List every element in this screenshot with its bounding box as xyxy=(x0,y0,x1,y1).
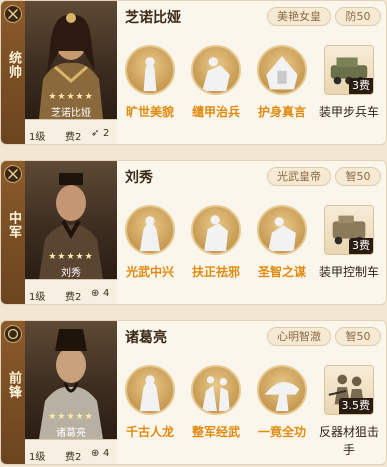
stat-badge: 智50 xyxy=(335,167,381,186)
skill-name: 光武中兴 xyxy=(125,265,174,279)
skill-name: 一竟全功 xyxy=(257,425,306,439)
equipment-fee: 3费 xyxy=(349,78,373,94)
general-portrait[interactable]: ★★★★★ 芝诺比娅 xyxy=(25,1,117,119)
skill-statue-icon xyxy=(125,205,175,255)
cost-text: 费2 xyxy=(65,132,82,143)
armored-vehicle-icon: 3费 xyxy=(324,45,374,95)
bow-icon: ➶ xyxy=(91,128,100,139)
skill-statue-icon xyxy=(191,45,241,95)
role-label: 前锋 xyxy=(6,371,21,399)
extra-count: 2 xyxy=(103,128,110,139)
title-badge: 美艳女皇 xyxy=(267,7,331,26)
title-badge: 光武皇帝 xyxy=(267,167,331,186)
sniper-soldiers-icon: 3.5费 xyxy=(324,365,374,415)
skill-statue-icon xyxy=(191,205,241,255)
skill-slot[interactable]: 整军经武 xyxy=(181,365,251,455)
troop-icon: ⊕ xyxy=(91,288,100,299)
skill-slot[interactable]: 千古人龙 xyxy=(115,365,185,455)
extra-count: 4 xyxy=(103,448,110,459)
cost-text: 费2 xyxy=(65,452,82,463)
control-vehicle-icon: 3费 xyxy=(324,205,374,255)
skill-slot[interactable]: 旷世美貌 xyxy=(115,45,185,135)
general-name: 刘秀 xyxy=(125,170,153,186)
star-rating: ★★★★★ xyxy=(48,92,94,102)
skill-slot[interactable]: 光武中兴 xyxy=(115,205,185,295)
portrait-name: 诸葛亮 xyxy=(56,428,86,439)
stat-badge: 防50 xyxy=(335,7,381,26)
star-rating: ★★★★★ xyxy=(48,252,94,262)
level-text: 1级 xyxy=(29,132,46,143)
level-text: 1级 xyxy=(29,452,46,463)
general-card: 中军 ★★★★★ 刘秀 1级 费2 ⊕ 4 刘秀 光武皇帝 智50 光武中兴 扶… xyxy=(0,160,387,305)
title-badge: 心明智澈 xyxy=(267,327,331,346)
stat-badge: 智50 xyxy=(335,327,381,346)
general-portrait[interactable]: ★★★★★ 诸葛亮 xyxy=(25,321,117,439)
skill-name: 扶正祛邪 xyxy=(191,265,240,279)
general-name: 诸葛亮 xyxy=(125,330,167,346)
equipment-slot[interactable]: 3费 装甲控制车 xyxy=(319,205,379,295)
general-info-bar: 1级 费2 ➶ 2 xyxy=(25,119,117,144)
role-strip: 统帅 xyxy=(1,1,25,144)
equipment-name: 反器材狙击手 xyxy=(319,425,380,457)
general-info-bar: 1级 费2 ⊕ 4 xyxy=(25,279,117,304)
skill-slot[interactable]: 圣智之谋 xyxy=(247,205,317,295)
equipment-fee: 3.5费 xyxy=(338,398,373,414)
crossed-swords-icon xyxy=(4,5,22,23)
skill-statue-icon xyxy=(257,205,307,255)
skill-name: 缱甲治兵 xyxy=(191,105,240,119)
skill-name: 千古人龙 xyxy=(125,425,174,439)
star-rating: ★★★★★ xyxy=(48,412,94,422)
portrait-name: 刘秀 xyxy=(61,268,81,279)
skill-slot[interactable]: 护身真言 xyxy=(247,45,317,135)
skill-name: 整军经武 xyxy=(191,425,240,439)
equipment-fee: 3费 xyxy=(349,238,373,254)
skill-name: 旷世美貌 xyxy=(125,105,174,119)
skill-name: 护身真言 xyxy=(257,105,306,119)
role-label: 中军 xyxy=(6,211,21,239)
troop-icon: ⊕ xyxy=(91,448,100,459)
portrait-name: 芝诺比娅 xyxy=(51,108,91,119)
role-label: 统帅 xyxy=(6,51,21,79)
skill-slot[interactable]: 扶正祛邪 xyxy=(181,205,251,295)
skill-name: 圣智之谋 xyxy=(257,265,306,279)
equipment-slot[interactable]: 3费 装甲步兵车 xyxy=(319,45,379,135)
general-card: 统帅 ★★★★★ 芝诺比娅 1级 费2 ➶ 2 芝诺比娅 美艳女皇 防50 旷世… xyxy=(0,0,387,145)
skill-statue-icon xyxy=(125,45,175,95)
equipment-name: 装甲步兵车 xyxy=(319,105,380,119)
skill-statue-icon xyxy=(191,365,241,415)
level-text: 1级 xyxy=(29,292,46,303)
extra-count: 4 xyxy=(103,288,110,299)
skill-slot[interactable]: 一竟全功 xyxy=(247,365,317,455)
role-strip: 前锋 xyxy=(1,321,25,464)
role-strip: 中军 xyxy=(1,161,25,304)
crossed-swords-icon xyxy=(4,165,22,183)
general-info-bar: 1级 费2 ⊕ 4 xyxy=(25,439,117,464)
cost-text: 费2 xyxy=(65,292,82,303)
equipment-name: 装甲控制车 xyxy=(319,265,380,279)
general-name: 芝诺比娅 xyxy=(125,10,181,26)
skill-statue-icon xyxy=(257,365,307,415)
role-emblem-icon xyxy=(4,325,22,343)
equipment-slot[interactable]: 3.5费 反器材狙击手 xyxy=(319,365,379,457)
general-card: 前锋 ★★★★★ 诸葛亮 1级 费2 ⊕ 4 诸葛亮 心明智澈 智50 千古人龙… xyxy=(0,320,387,465)
general-portrait[interactable]: ★★★★★ 刘秀 xyxy=(25,161,117,279)
skill-slot[interactable]: 缱甲治兵 xyxy=(181,45,251,135)
skill-statue-icon xyxy=(257,45,307,95)
skill-statue-icon xyxy=(125,365,175,415)
